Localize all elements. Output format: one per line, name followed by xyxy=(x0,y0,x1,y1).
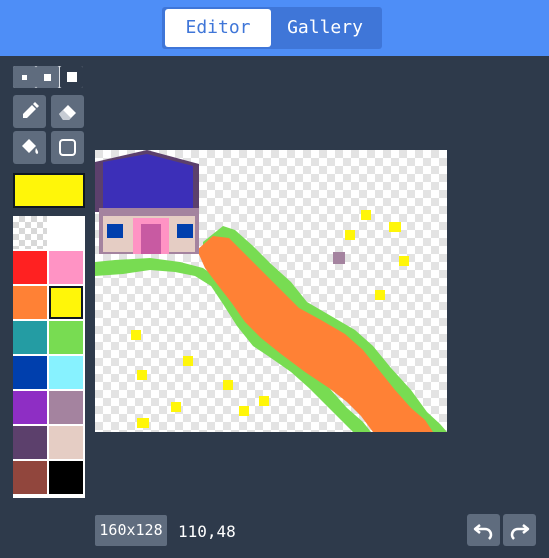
palette-swatch-8[interactable] xyxy=(13,356,47,389)
palette-swatch-1[interactable] xyxy=(49,216,83,249)
cursor-coordinates: 110,48 xyxy=(178,522,236,541)
pencil-icon xyxy=(23,102,39,118)
drawing-canvas[interactable] xyxy=(95,150,447,432)
palette-swatch-3[interactable] xyxy=(49,251,83,284)
fill-tool-button[interactable] xyxy=(13,131,46,164)
palette-swatch-6[interactable] xyxy=(13,321,47,354)
redo-button[interactable] xyxy=(503,514,536,546)
eraser-tool-button[interactable] xyxy=(51,95,84,128)
small-square-icon xyxy=(22,75,27,80)
palette-swatch-4[interactable] xyxy=(13,286,47,319)
palette-swatch-5[interactable] xyxy=(49,286,83,319)
brush-size-selector xyxy=(13,66,83,88)
brush-size-large-button[interactable] xyxy=(60,66,83,88)
eraser-icon xyxy=(59,105,76,120)
paint-bucket-icon xyxy=(22,139,39,154)
medium-square-icon xyxy=(44,74,51,81)
tab-editor[interactable]: Editor xyxy=(165,9,271,47)
palette-swatch-14[interactable] xyxy=(13,461,47,494)
undo-button[interactable] xyxy=(467,514,500,546)
palette-swatch-2[interactable] xyxy=(13,251,47,284)
rectangle-icon xyxy=(59,139,76,156)
pencil-tool-button[interactable] xyxy=(13,95,46,128)
palette-swatch-7[interactable] xyxy=(49,321,83,354)
large-square-icon xyxy=(67,72,77,82)
palette-swatch-0[interactable] xyxy=(13,216,47,249)
color-palette xyxy=(13,216,85,498)
rectangle-tool-button[interactable] xyxy=(51,131,84,164)
resolution-button[interactable]: 160x128 xyxy=(95,515,167,546)
brush-size-medium-button[interactable] xyxy=(36,66,59,88)
current-color-swatch xyxy=(13,173,85,208)
redo-icon xyxy=(510,524,530,540)
mode-tabs: Editor Gallery xyxy=(162,7,382,49)
palette-swatch-9[interactable] xyxy=(49,356,83,389)
palette-swatch-11[interactable] xyxy=(49,391,83,424)
palette-swatch-10[interactable] xyxy=(13,391,47,424)
palette-swatch-12[interactable] xyxy=(13,426,47,459)
canvas-image xyxy=(95,150,447,432)
undo-icon xyxy=(473,524,493,540)
brush-size-small-button[interactable] xyxy=(13,66,36,88)
palette-swatch-13[interactable] xyxy=(49,426,83,459)
top-bar: Editor Gallery xyxy=(0,0,549,56)
tab-gallery[interactable]: Gallery xyxy=(271,9,379,47)
palette-swatch-15[interactable] xyxy=(49,461,83,494)
